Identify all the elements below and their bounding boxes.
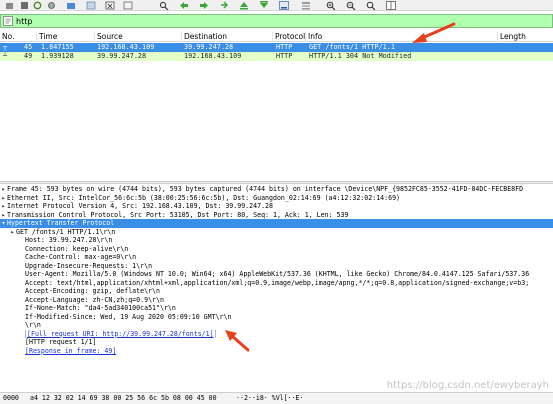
packet-destination: 39.99.247.28	[184, 43, 234, 51]
expand-toggle-icon[interactable]: ▸	[0, 185, 7, 194]
pane-splitter[interactable]	[0, 181, 553, 184]
bytes-ascii[interactable]: ··2··i8· %Vl[··E·	[236, 393, 304, 404]
restart-capture-icon[interactable]	[32, 0, 43, 10]
packet-list-header: No. Time Source Destination Protocol Inf…	[0, 32, 553, 42]
packet-info: GET /fonts/1 HTTP/1.1	[309, 43, 395, 51]
packet-row[interactable]: ┴ 49 1.939128 39.99.247.28 192.168.43.10…	[0, 52, 553, 61]
resize-columns-icon[interactable]	[385, 0, 396, 10]
full-request-uri-link[interactable]: [Full request URI: http://39.99.247.28/f…	[0, 329, 553, 338]
go-to-packet-icon[interactable]	[218, 0, 229, 10]
detail-ethernet[interactable]: ▸ Ethernet II, Src: IntelCor_56:6c:5b (38…	[0, 194, 553, 203]
detail-header-field[interactable]: If-None-Match: "da4-5ad340100ca51"\r\n	[0, 304, 553, 313]
auto-scroll-icon[interactable]	[278, 0, 289, 10]
annotation-arrow-icon	[225, 330, 250, 352]
packet-bytes: 0000 a4 12 32 02 14 69 38 00 25 56 6c 5b…	[0, 392, 553, 404]
close-file-icon[interactable]	[104, 0, 115, 10]
packet-details: ▸ Frame 45: 593 bytes on wire (4744 bits)…	[0, 185, 553, 390]
packet-protocol: HTTP	[276, 43, 293, 51]
bytes-hex[interactable]: a4 12 32 02 14 69 38 00 25 56 6c 5b 08 0…	[30, 393, 217, 404]
watermark: https://blog.csdn.net/ewyberayh	[386, 380, 549, 391]
detail-header-field[interactable]: Host: 39.99.247.28\r\n	[0, 236, 553, 245]
detail-header-field[interactable]: \r\n	[0, 321, 553, 330]
expand-toggle-icon[interactable]: ▸	[0, 202, 7, 211]
packet-destination: 192.168.43.109	[184, 52, 242, 60]
packet-no: 45	[24, 43, 33, 51]
detail-header-field[interactable]: Connection: keep-alive\r\n	[0, 245, 553, 254]
column-header-source[interactable]: Source	[95, 32, 182, 42]
request-indicator-icon: ┬	[3, 43, 8, 51]
packet-info: HTTP/1.1 304 Not Modified	[309, 52, 412, 60]
response-in-frame-link[interactable]: [Response in frame: 49]	[0, 347, 553, 356]
packet-protocol: HTTP	[276, 52, 293, 60]
go-back-icon[interactable]	[178, 0, 189, 10]
zoom-in-icon[interactable]	[325, 0, 336, 10]
detail-frame[interactable]: ▸ Frame 45: 593 bytes on wire (4744 bits)…	[0, 185, 553, 194]
reload-file-icon[interactable]	[122, 0, 133, 10]
expand-toggle-icon[interactable]: ▸	[0, 211, 7, 220]
colorize-icon[interactable]	[300, 0, 311, 10]
detail-header-field[interactable]: Accept-Encoding: gzip, deflate\r\n	[0, 287, 553, 296]
detail-header-field[interactable]: Accept-Language: zh-CN,zh;q=0.9\r\n	[0, 296, 553, 305]
go-forward-icon[interactable]	[198, 0, 209, 10]
display-filter-bar	[0, 14, 553, 28]
detail-header-field[interactable]: Cache-Control: max-age=0\r\n	[0, 253, 553, 262]
detail-tcp[interactable]: ▸ Transmission Control Protocol, Src Port…	[0, 211, 553, 220]
packet-time: 1.939128	[41, 52, 74, 60]
packet-time: 1.847155	[41, 43, 74, 51]
packet-source: 192.168.43.109	[97, 43, 155, 51]
save-file-icon[interactable]	[85, 0, 96, 10]
detail-request-line[interactable]: ▸ GET /fonts/1 HTTP/1.1\r\n	[0, 228, 553, 237]
detail-header-field[interactable]: Upgrade-Insecure-Requests: 1\r\n	[0, 262, 553, 271]
first-packet-icon[interactable]	[238, 0, 249, 10]
packet-row[interactable]: ┬ 45 1.847155 192.168.43.109 39.99.247.2…	[0, 43, 553, 52]
normal-size-icon[interactable]	[365, 0, 376, 10]
shark-fin-start-icon[interactable]	[4, 0, 15, 10]
expand-toggle-icon[interactable]: ▸	[9, 228, 16, 237]
packet-no: 49	[24, 52, 33, 60]
detail-header-field[interactable]: If-Modified-Since: Wed, 19 Aug 2020 05:0…	[0, 313, 553, 322]
detail-header-field[interactable]: Accept: text/html,application/xhtml+xml,…	[0, 279, 553, 288]
detail-header-field[interactable]: User-Agent: Mozilla/5.0 (Windows NT 10.0…	[0, 270, 553, 279]
open-file-icon[interactable]	[65, 0, 76, 10]
detail-ipv4[interactable]: ▸ Internet Protocol Version 4, Src: 192.1…	[0, 202, 553, 211]
annotation-arrow-icon	[412, 22, 456, 43]
column-header-protocol[interactable]: Protocol	[273, 32, 306, 42]
packet-list: No. Time Source Destination Protocol Inf…	[0, 32, 553, 178]
collapse-toggle-icon[interactable]: ▾	[0, 219, 7, 228]
column-header-length[interactable]: Length	[498, 32, 553, 42]
response-indicator-icon: ┴	[3, 52, 8, 60]
detail-http[interactable]: ▾ Hypertext Transfer Protocol	[0, 219, 553, 228]
capture-options-icon[interactable]	[46, 0, 57, 10]
column-header-destination[interactable]: Destination	[182, 32, 273, 42]
detail-request-count[interactable]: [HTTP request 1/1]	[0, 338, 553, 347]
column-header-no[interactable]: No.	[0, 32, 37, 42]
bookmark-icon[interactable]	[2, 15, 14, 27]
last-packet-icon[interactable]	[258, 0, 269, 10]
stop-capture-icon[interactable]	[19, 0, 30, 10]
column-header-info[interactable]: Info	[306, 32, 498, 42]
main-toolbar	[0, 0, 553, 11]
zoom-out-icon[interactable]	[345, 0, 356, 10]
column-header-time[interactable]: Time	[37, 32, 95, 42]
display-filter-input[interactable]	[14, 15, 552, 27]
bytes-offset: 0000	[3, 394, 19, 402]
find-packet-icon[interactable]	[158, 0, 169, 10]
expand-toggle-icon[interactable]: ▸	[0, 194, 7, 203]
packet-source: 39.99.247.28	[97, 52, 147, 60]
